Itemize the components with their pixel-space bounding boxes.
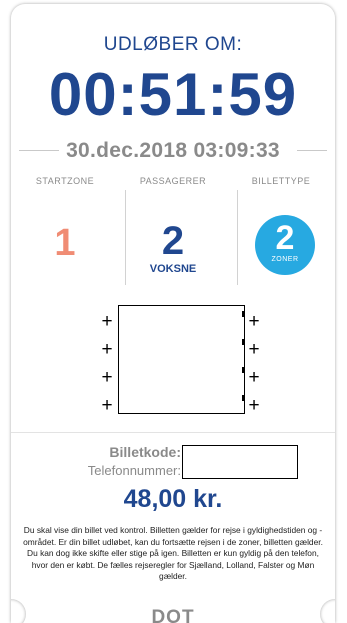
- startzone-title: STARTZONE: [35, 176, 95, 186]
- expiry-datetime: 30.dec.2018 03:09:33: [66, 139, 280, 162]
- ticket-code-label: Billetkode:: [109, 444, 181, 460]
- price: 48,00 kr.: [123, 485, 223, 513]
- ticket-code-field: [182, 445, 298, 479]
- ticket-type-title: BILLETTYPE: [251, 176, 311, 186]
- plus-icon: +: [101, 311, 113, 332]
- expiry-datetime-row: 30.dec.2018 03:09:33: [11, 139, 335, 162]
- plus-icon: +: [248, 367, 260, 388]
- plus-icon: +: [101, 367, 113, 388]
- countdown-timer: 00:51:59: [48, 61, 298, 128]
- zone-unit: ZONER: [271, 256, 299, 263]
- column-divider: [237, 190, 238, 285]
- zone-count: 2: [275, 219, 295, 257]
- ticket-code-image: [118, 305, 245, 414]
- plus-icon: +: [101, 339, 113, 360]
- passengers-type: VOKSNE: [149, 263, 197, 275]
- ticket-card: UDLØBER OM: 00:51:59 30.dec.2018 03:09:3…: [11, 4, 335, 623]
- plus-icon: +: [248, 339, 260, 360]
- expires-label: UDLØBER OM:: [103, 34, 243, 55]
- ticket-info-text: Du skal vise din billet ved kontrol. Bil…: [23, 525, 323, 581]
- plus-icon: +: [101, 395, 113, 416]
- tick-mark: [242, 339, 245, 345]
- startzone-value: 1: [54, 222, 76, 264]
- passengers-count: 2: [161, 219, 185, 263]
- plus-icon: +: [248, 395, 260, 416]
- tick-mark: [242, 367, 245, 373]
- zone-badge: 2 ZONER: [255, 215, 315, 275]
- passengers-title: PASSAGERER: [139, 176, 207, 186]
- plus-icon: +: [248, 311, 260, 332]
- dot-logo: DOT: [151, 607, 195, 623]
- phone-label: Telefonnummer:: [87, 463, 181, 478]
- tick-mark: [242, 311, 245, 317]
- section-divider: [11, 432, 335, 433]
- tick-mark: [242, 395, 245, 401]
